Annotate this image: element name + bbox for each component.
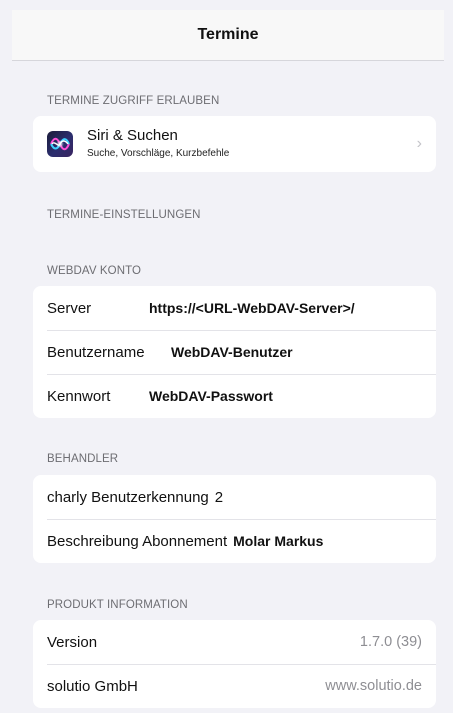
page-title: Termine [197, 26, 259, 43]
username-value[interactable]: WebDAV-Benutzer [171, 344, 293, 360]
version-value: 1.7.0 (39) [359, 634, 422, 650]
company-website-link[interactable]: www.solutio.de [325, 678, 422, 694]
user-id-row[interactable]: charly Benutzerkennung 2 [33, 475, 436, 519]
siri-search-row[interactable]: Siri & Suchen Suche, Vorschläge, Kurzbef… [33, 116, 436, 172]
group-behandler: charly Benutzerkennung 2 Beschreibung Ab… [33, 475, 436, 563]
group-product: Version 1.7.0 (39) solutio GmbH www.solu… [33, 620, 436, 708]
siri-subtitle: Suche, Vorschläge, Kurzbefehle [87, 148, 230, 159]
password-value[interactable]: WebDAV-Passwort [149, 388, 273, 404]
group-webdav: Server https://<URL-WebDAV-Server>/ Benu… [33, 286, 436, 418]
username-row[interactable]: Benutzername WebDAV-Benutzer [33, 330, 436, 374]
subscription-label: Beschreibung Abonnement [47, 532, 228, 550]
chevron-right-icon: › [416, 135, 422, 152]
server-row[interactable]: Server https://<URL-WebDAV-Server>/ [33, 286, 436, 330]
subscription-value[interactable]: Molar Markus [233, 533, 323, 549]
company-row[interactable]: solutio GmbH www.solutio.de [33, 664, 436, 708]
subscription-row[interactable]: Beschreibung Abonnement Molar Markus [33, 519, 436, 563]
password-label: Kennwort [47, 387, 111, 405]
password-row[interactable]: Kennwort WebDAV-Passwort [33, 374, 436, 418]
server-value[interactable]: https://<URL-WebDAV-Server>/ [149, 300, 355, 316]
group-access: Siri & Suchen Suche, Vorschläge, Kurzbef… [33, 116, 436, 172]
section-header-behandler: BEHANDLER [47, 453, 119, 465]
user-id-label: charly Benutzerkennung [47, 488, 209, 506]
section-header-access: TERMINE ZUGRIFF ERLAUBEN [47, 95, 220, 107]
settings-page: Termine TERMINE ZUGRIFF ERLAUBEN Siri & … [12, 10, 444, 713]
version-label: Version [47, 633, 98, 651]
username-label: Benutzername [47, 343, 145, 361]
siri-icon [47, 131, 73, 157]
server-label: Server [47, 299, 92, 317]
navigation-bar: Termine [12, 10, 444, 61]
section-header-webdav: WEBDAV KONTO [47, 265, 142, 277]
section-header-product: PRODUKT INFORMATION [47, 599, 188, 611]
section-header-settings: TERMINE-EINSTELLUNGEN [47, 209, 201, 221]
siri-title: Siri & Suchen [87, 127, 178, 144]
company-label: solutio GmbH [47, 677, 138, 695]
siri-text: Siri & Suchen Suche, Vorschläge, Kurzbef… [87, 127, 229, 161]
version-row: Version 1.7.0 (39) [33, 620, 436, 664]
user-id-value[interactable]: 2 [215, 489, 223, 506]
